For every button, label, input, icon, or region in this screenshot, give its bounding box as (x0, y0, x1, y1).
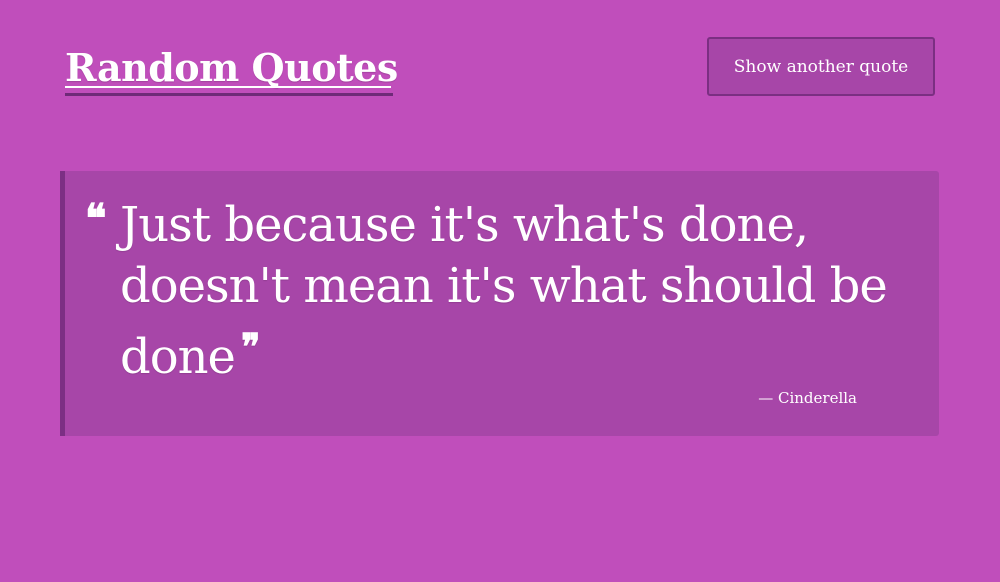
title-divider (65, 93, 393, 96)
quote-card: ❝ Just because it's what's done, doesn't… (60, 171, 939, 436)
title-underline (65, 86, 391, 88)
quote-attribution: — Cinderella (758, 389, 857, 407)
close-quote-icon: ❞ (240, 326, 260, 368)
quote-text: Just because it's what's done, doesn't m… (120, 197, 888, 385)
show-another-quote-button[interactable]: Show another quote (707, 37, 935, 96)
quote-text-block: Just because it's what's done, doesn't m… (120, 195, 910, 388)
open-quote-icon: ❝ (85, 195, 107, 242)
